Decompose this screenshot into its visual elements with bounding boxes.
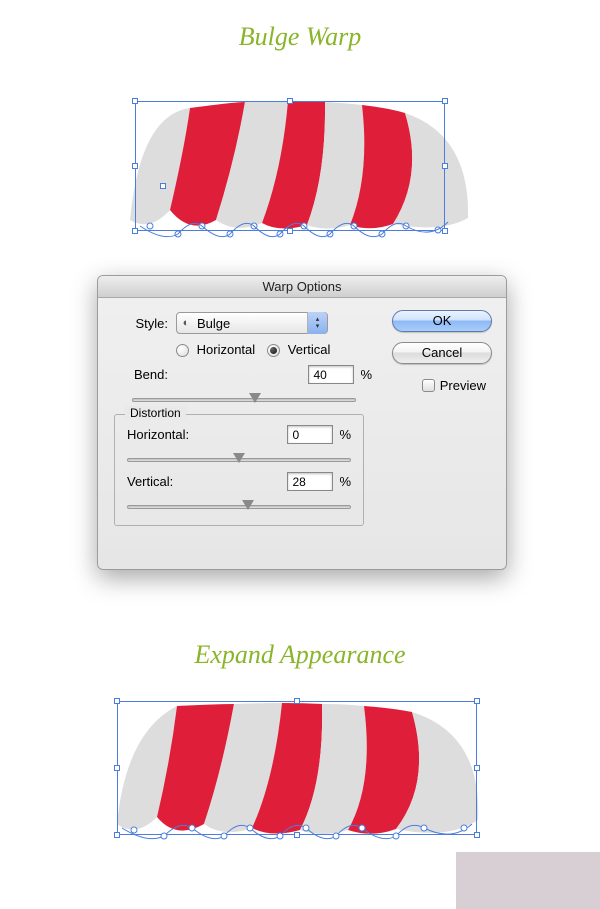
heading-bulge-warp: Bulge Warp (0, 22, 600, 52)
dist-v-label: Vertical: (127, 474, 203, 489)
radio-vertical[interactable] (267, 344, 280, 357)
dist-v-input[interactable] (287, 472, 333, 491)
radio-vertical-label: Vertical (288, 342, 331, 357)
dist-h-slider[interactable] (127, 452, 351, 468)
distortion-legend: Distortion (125, 406, 186, 420)
percent-symbol-h: % (339, 427, 351, 442)
dist-h-input[interactable] (287, 425, 333, 444)
style-label: Style: (114, 316, 168, 331)
dialog-title: Warp Options (98, 276, 506, 298)
style-select[interactable]: ◐ Bulge ▴▾ (176, 312, 328, 334)
cropped-element (456, 852, 600, 909)
orientation-vertical[interactable]: Vertical (267, 342, 330, 357)
percent-symbol: % (360, 367, 372, 382)
preview-label: Preview (440, 378, 486, 393)
bulge-style-icon: ◐ (177, 317, 195, 329)
preview-checkbox[interactable] (422, 379, 435, 392)
radio-horizontal[interactable] (176, 344, 189, 357)
style-value: Bulge (195, 316, 307, 331)
heading-expand-appearance: Expand Appearance (0, 640, 600, 670)
awning-top-illustration (130, 80, 470, 240)
cancel-button[interactable]: Cancel (392, 342, 492, 364)
percent-symbol-v: % (339, 474, 351, 489)
bend-input[interactable] (308, 365, 354, 384)
dist-h-label: Horizontal: (127, 427, 203, 442)
radio-horizontal-label: Horizontal (197, 342, 256, 357)
ok-button[interactable]: OK (392, 310, 492, 332)
bend-label: Bend: (114, 367, 168, 382)
preview-toggle[interactable]: Preview (422, 378, 486, 393)
awning-bottom-illustration (112, 692, 487, 847)
dist-v-slider[interactable] (127, 499, 351, 515)
orientation-horizontal[interactable]: Horizontal (176, 342, 255, 357)
select-stepper-icon[interactable]: ▴▾ (307, 312, 327, 334)
warp-options-dialog: Warp Options Style: ◐ Bulge ▴▾ Horizonta… (97, 275, 507, 570)
